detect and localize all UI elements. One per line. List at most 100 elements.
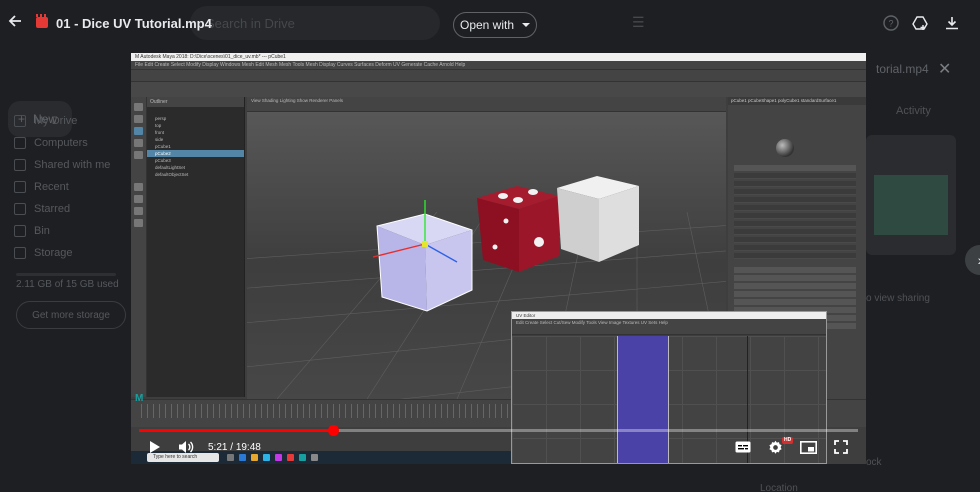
- outliner-row: side: [155, 137, 164, 142]
- layout-icon: [134, 195, 143, 203]
- location-label: Location: [760, 483, 798, 492]
- storage-text: 2.11 GB of 15 GB used: [16, 279, 119, 290]
- details-thumbnail: [866, 135, 956, 255]
- trash-icon: [14, 225, 26, 237]
- lock-text: ock: [866, 457, 882, 468]
- attr-section: [734, 275, 856, 281]
- taskbar-icon: [227, 454, 234, 461]
- drive-icon: [14, 115, 26, 127]
- taskbar-icon: [239, 454, 246, 461]
- outliner-row: pCube1: [155, 144, 171, 149]
- drive-sidebar: + New My Drive Computers Shared with me R…: [0, 45, 140, 492]
- volume-button[interactable]: [177, 439, 195, 455]
- video-file-icon: [36, 14, 48, 28]
- sidebar-item-starred: Starred: [14, 203, 70, 215]
- file-title: 01 - Dice UV Tutorial.mp4: [56, 16, 212, 31]
- details-panel: torial.mp4 ✕ Activity o view sharing ock…: [760, 45, 980, 492]
- drive-video-viewer: Search in Drive ☰ + New My Drive Computer…: [0, 0, 980, 492]
- taskbar-icon: [275, 454, 282, 461]
- play-icon: [150, 441, 160, 453]
- attr-row: [734, 229, 856, 235]
- open-with-label: Open with: [459, 18, 515, 32]
- attr-row: [734, 237, 856, 243]
- lasso-tool-icon: [134, 115, 143, 123]
- captions-button[interactable]: [734, 440, 752, 454]
- fullscreen-icon: [834, 440, 848, 454]
- attr-row: [734, 181, 856, 187]
- attribute-tabs: pCube1 pCubeShape1 polyCube1 standardSur…: [728, 97, 866, 105]
- outliner-row: pCube3: [155, 158, 171, 163]
- layout-icon: [134, 183, 143, 191]
- video-player[interactable]: M Autodesk Maya 2018: D:\Dice\scenes\01_…: [131, 53, 866, 464]
- attr-row: [734, 213, 856, 219]
- sidebar-item-my-drive: My Drive: [14, 115, 77, 127]
- attr-row: [734, 197, 856, 203]
- time-separator: /: [227, 442, 236, 453]
- rotate-tool-icon: [134, 139, 143, 147]
- red-dice: [477, 186, 559, 272]
- outliner-row-selected: pCube2: [147, 150, 244, 157]
- uv-shell: [617, 336, 669, 463]
- sidebar-item-bin: Bin: [14, 225, 50, 237]
- caret-down-icon: [522, 23, 531, 27]
- sidebar-item-shared: Shared with me: [14, 159, 110, 171]
- download-button[interactable]: [943, 14, 961, 32]
- attr-row: [734, 173, 856, 179]
- attr-section: [734, 283, 856, 289]
- maya-logo: M: [135, 393, 144, 404]
- attr-row: [734, 205, 856, 211]
- attr-section: [734, 299, 856, 305]
- settings-button[interactable]: [767, 439, 783, 455]
- taskbar-icon: [299, 454, 306, 461]
- help-icon: ?: [883, 15, 899, 31]
- outliner-row: defaultObjectSet: [155, 172, 189, 177]
- hd-badge: HD: [782, 437, 794, 444]
- attr-row: [734, 253, 856, 259]
- outliner-row: persp: [155, 116, 167, 121]
- storage-bar: [16, 273, 116, 276]
- select-tool-icon: [134, 103, 143, 111]
- fullscreen-button[interactable]: [833, 439, 849, 455]
- grey-cube: [557, 176, 639, 262]
- viewport-toolbar: [247, 104, 726, 112]
- move-tool-icon: [134, 127, 143, 135]
- outliner-row: top: [155, 123, 162, 128]
- star-icon: [14, 203, 26, 215]
- layout-icon: [134, 219, 143, 227]
- add-to-drive-icon: [912, 16, 928, 30]
- people-icon: [14, 159, 26, 171]
- layout-icon: [134, 207, 143, 215]
- sharing-text: o view sharing: [866, 293, 930, 304]
- outliner-row: defaultLightSet: [155, 165, 186, 170]
- taskbar-icon: [287, 454, 294, 461]
- add-to-drive-button[interactable]: [911, 14, 929, 32]
- taskbar-icon: [251, 454, 258, 461]
- svg-text:?: ?: [888, 19, 893, 29]
- progress-scrubber[interactable]: [328, 425, 340, 436]
- uv-editor-title: UV Editor: [512, 312, 826, 319]
- taskbar-icon: [311, 454, 318, 461]
- computer-icon: [14, 137, 26, 149]
- attr-section: [734, 165, 856, 171]
- back-button[interactable]: [8, 14, 22, 32]
- maya-menu-bar: File Edit Create Select Modify Display W…: [131, 61, 866, 69]
- maya-status-line: [131, 69, 866, 81]
- maya-toolbox: [131, 97, 147, 397]
- viewport-menu: View Shading Lighting Show Renderer Pane…: [247, 97, 726, 104]
- miniplayer-icon: [799, 440, 817, 454]
- activity-tab: Activity: [896, 105, 931, 117]
- maya-shelf: [131, 81, 866, 97]
- progress-bar[interactable]: [139, 425, 858, 436]
- attr-section: [734, 291, 856, 297]
- current-time: 5:21: [208, 442, 228, 453]
- attr-row: [734, 189, 856, 195]
- play-button[interactable]: [147, 439, 163, 455]
- sidebar-item-storage: Storage: [14, 247, 73, 259]
- outliner-title: Outliner: [147, 97, 244, 107]
- help-button[interactable]: ?: [882, 14, 900, 32]
- scale-tool-icon: [134, 151, 143, 159]
- arrow-left-icon: [8, 15, 21, 27]
- open-with-button[interactable]: Open with: [453, 12, 537, 38]
- captions-icon: [735, 441, 751, 453]
- miniplayer-button[interactable]: [799, 440, 817, 454]
